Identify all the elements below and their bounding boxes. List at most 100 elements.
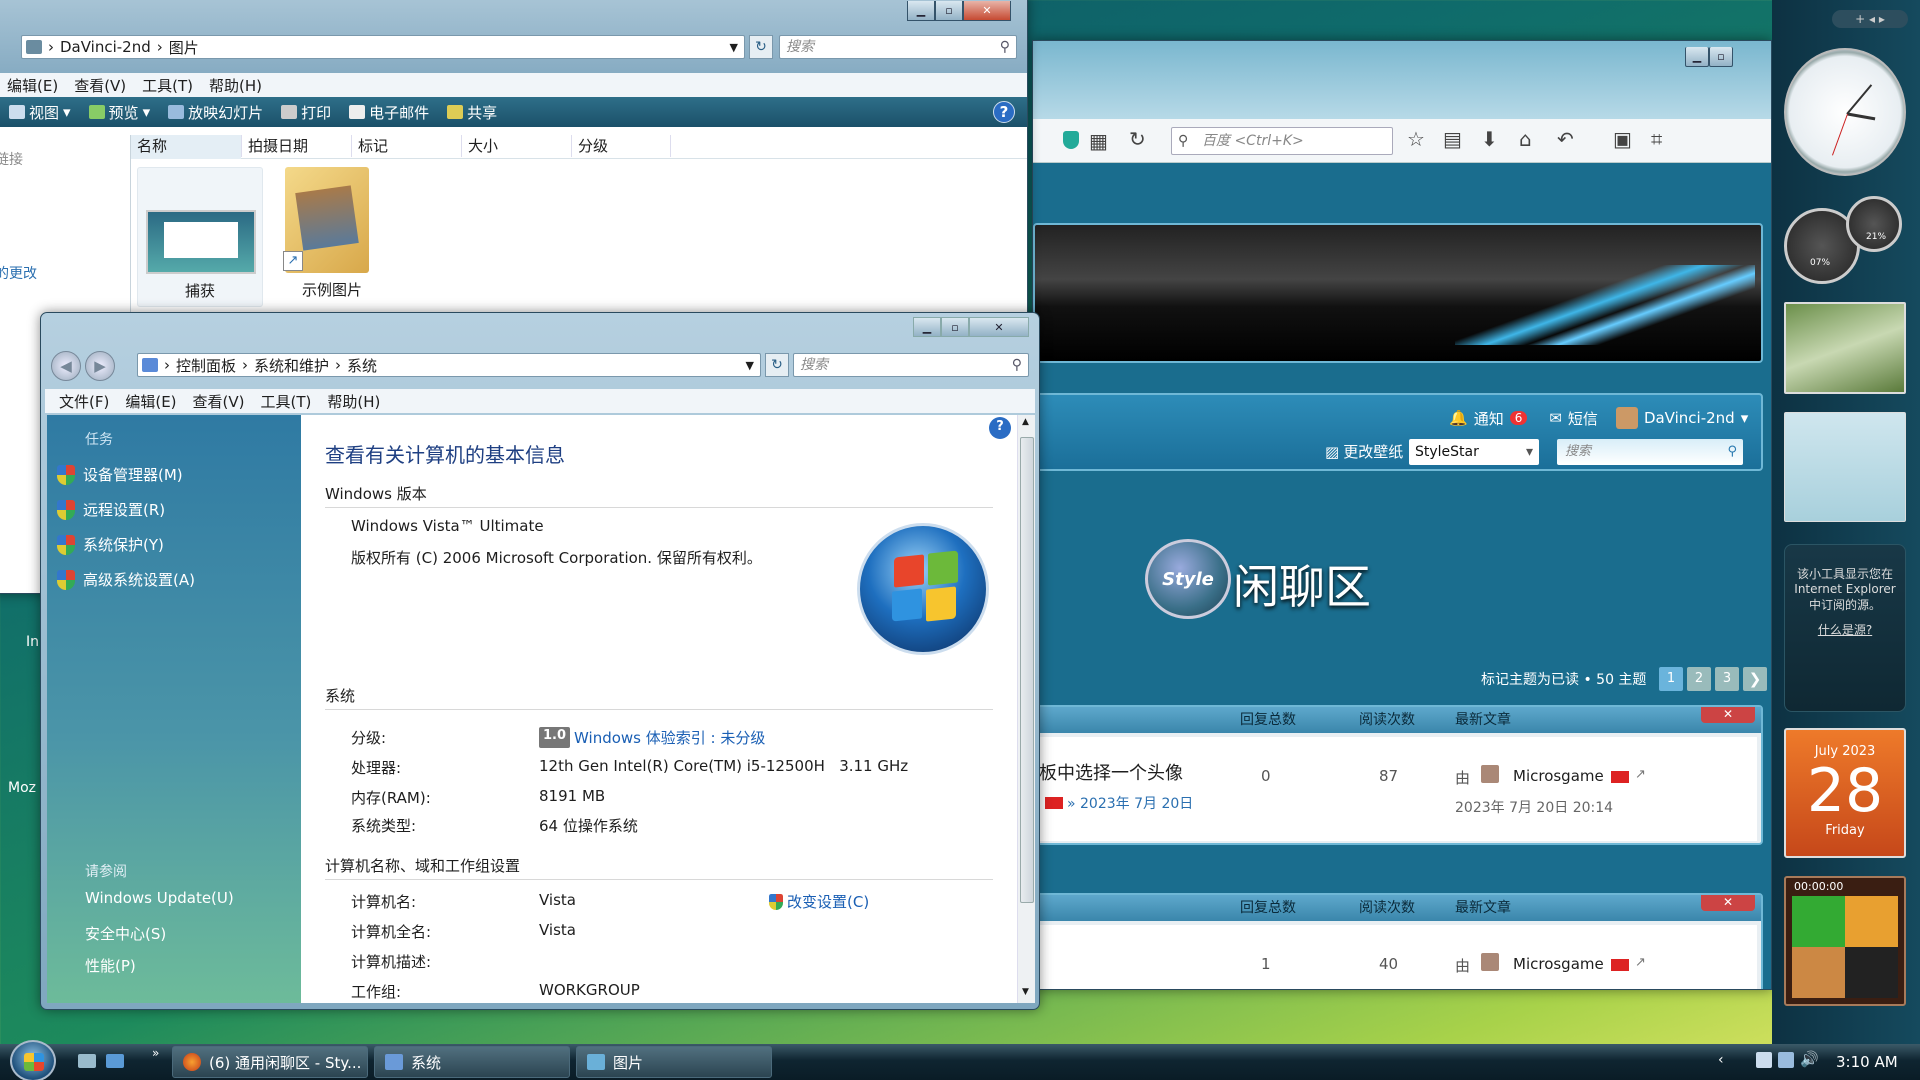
goto-post-icon[interactable]: ↗ xyxy=(1635,955,1646,970)
search-input[interactable]: 搜索 ⚲ xyxy=(779,35,1017,59)
maximize-button[interactable]: ▫ xyxy=(935,1,963,21)
breadcrumb-computer[interactable]: DaVinci-2nd xyxy=(60,38,151,56)
scrollbar[interactable]: ▲ ▼ xyxy=(1017,415,1035,1003)
email-button[interactable]: 电子邮件 xyxy=(349,102,429,123)
menu-edit[interactable]: 编辑(E) xyxy=(7,75,58,96)
taskbar-button-pictures[interactable]: 图片 xyxy=(576,1046,772,1078)
see-also-security-center[interactable]: 安全中心(S) xyxy=(85,923,166,944)
back-arrow-icon[interactable]: ↶ xyxy=(1557,127,1574,151)
breadcrumb-control-panel[interactable]: 控制面板 xyxy=(176,355,236,376)
taskbar-button-system[interactable]: 系统 xyxy=(374,1046,570,1078)
see-also-performance[interactable]: 性能(P) xyxy=(85,955,136,976)
close-button[interactable]: ✕ xyxy=(969,317,1029,337)
start-button[interactable] xyxy=(10,1040,56,1080)
breadcrumb-system[interactable]: 系统 xyxy=(347,355,377,376)
address-bar[interactable]: › DaVinci-2nd › 图片 ▼ xyxy=(21,35,745,59)
preview-button[interactable]: 预览 ▾ xyxy=(88,102,150,123)
qr-code-icon[interactable]: ▦ xyxy=(1089,129,1108,153)
search-icon[interactable]: ⚲ xyxy=(1000,36,1010,58)
user-menu[interactable]: DaVinci-2nd xyxy=(1644,409,1735,427)
page-button[interactable]: 2 xyxy=(1687,667,1711,691)
mark-read-link[interactable]: 标记主题为已读 • 50 主题 xyxy=(1481,669,1646,689)
change-wallpaper-link[interactable]: 更改壁纸 xyxy=(1343,441,1403,462)
refresh-icon[interactable]: ↻ xyxy=(749,35,773,59)
style-select[interactable]: StyleStar ▾ xyxy=(1409,439,1539,465)
next-page-icon[interactable]: ❯ xyxy=(1743,667,1767,691)
menu-edit[interactable]: 编辑(E) xyxy=(125,391,176,412)
back-button[interactable]: ◀ xyxy=(51,351,81,381)
download-icon[interactable]: ⬇ xyxy=(1481,127,1498,151)
switch-windows-icon[interactable] xyxy=(106,1054,124,1068)
forward-button[interactable]: ▶ xyxy=(85,351,115,381)
quicklaunch-overflow-icon[interactable]: » xyxy=(152,1046,159,1060)
tray-expand-icon[interactable]: ‹ xyxy=(1718,1052,1724,1068)
see-also-windows-update[interactable]: Windows Update(U) xyxy=(85,889,234,907)
file-item[interactable]: ↗ 示例图片 xyxy=(269,167,395,307)
reading-list-icon[interactable]: ▤ xyxy=(1443,127,1462,151)
view-button[interactable]: 视图 ▾ xyxy=(9,102,71,123)
calendar-gadget[interactable]: July 2023 28 Friday xyxy=(1784,728,1906,858)
clock[interactable]: 3:10 AM xyxy=(1836,1053,1898,1071)
puzzle-gadget[interactable]: 00:00:00 xyxy=(1784,876,1906,1006)
column-size[interactable]: 大小 xyxy=(461,135,571,157)
browser-minimize-button[interactable]: ▁ xyxy=(1685,47,1709,67)
column-date[interactable]: 拍摄日期 xyxy=(241,135,351,157)
author-link[interactable]: Microsgame xyxy=(1513,955,1604,973)
show-desktop-icon[interactable] xyxy=(78,1054,96,1068)
breadcrumb-folder[interactable]: 图片 xyxy=(169,37,199,58)
menu-tools[interactable]: 工具(T) xyxy=(261,391,312,412)
refresh-icon[interactable]: ↻ xyxy=(765,353,789,377)
taskbar-button-browser[interactable]: (6) 通用闲聊区 - Sty... xyxy=(172,1046,368,1078)
browser-search-input[interactable]: ⚲ 百度 <Ctrl+K> xyxy=(1171,127,1393,155)
thread-title[interactable]: 板中选择一个头像 xyxy=(1039,759,1183,785)
goto-post-icon[interactable]: ↗ xyxy=(1635,767,1646,782)
browser-maximize-button[interactable]: ▫ xyxy=(1709,47,1733,67)
search-input[interactable]: 搜索 ⚲ xyxy=(793,353,1029,377)
notes-gadget[interactable] xyxy=(1784,412,1906,522)
feed-help-link[interactable]: 什么是源? xyxy=(1793,621,1897,638)
forum-search-input[interactable]: 搜索 ⚲ xyxy=(1557,439,1743,465)
chevron-down-icon[interactable]: ▾ xyxy=(1741,409,1749,427)
search-icon[interactable]: ⚲ xyxy=(1012,354,1022,376)
help-icon[interactable]: ? xyxy=(989,417,1011,439)
page-button[interactable]: 1 xyxy=(1659,667,1683,691)
task-remote-settings[interactable]: 远程设置(R) xyxy=(57,492,301,527)
close-icon[interactable]: ✕ xyxy=(1701,895,1755,911)
column-rating[interactable]: 分级 xyxy=(571,135,671,157)
sidebar-tray-icon[interactable] xyxy=(1756,1052,1772,1068)
column-name[interactable]: 名称 xyxy=(131,135,241,159)
slideshow-gadget[interactable] xyxy=(1784,302,1906,394)
breadcrumb-system-maintenance[interactable]: 系统和维护 xyxy=(254,355,329,376)
file-item[interactable]: 捕获 xyxy=(137,167,263,307)
nav-fragment[interactable]: 的更改 xyxy=(0,263,37,283)
minimize-button[interactable]: ▁ xyxy=(913,317,941,337)
task-advanced-settings[interactable]: 高级系统设置(A) xyxy=(57,562,301,597)
share-button[interactable]: 共享 xyxy=(447,102,497,123)
task-system-protection[interactable]: 系统保护(Y) xyxy=(57,527,301,562)
close-button[interactable]: ✕ xyxy=(963,1,1011,21)
crop-icon[interactable]: ⌗ xyxy=(1651,127,1662,151)
sidebar-add-button[interactable]: + ◂ ▸ xyxy=(1832,10,1908,28)
clock-gadget[interactable] xyxy=(1784,48,1906,176)
network-icon[interactable] xyxy=(1778,1052,1794,1068)
notify-link[interactable]: 通知 xyxy=(1474,408,1504,429)
menu-help[interactable]: 帮助(H) xyxy=(327,391,380,412)
search-icon[interactable]: ⚲ xyxy=(1727,439,1737,465)
screenshot-icon[interactable]: ▣ xyxy=(1613,127,1632,151)
volume-icon[interactable]: 🔊 xyxy=(1800,1050,1819,1068)
chevron-down-icon[interactable]: ▼ xyxy=(730,41,738,54)
menu-help[interactable]: 帮助(H) xyxy=(209,75,262,96)
menu-view[interactable]: 查看(V) xyxy=(193,391,245,412)
page-button[interactable]: 3 xyxy=(1715,667,1739,691)
sms-link[interactable]: 短信 xyxy=(1568,408,1598,429)
scroll-up-icon[interactable]: ▲ xyxy=(1022,417,1029,427)
reload-icon[interactable]: ↻ xyxy=(1129,127,1146,151)
help-icon[interactable]: ? xyxy=(993,101,1015,123)
menu-file[interactable]: 文件(F) xyxy=(59,391,109,412)
bookmark-star-icon[interactable]: ☆ xyxy=(1407,127,1425,151)
close-icon[interactable]: ✕ xyxy=(1701,707,1755,723)
menu-view[interactable]: 查看(V) xyxy=(74,75,126,96)
scroll-down-icon[interactable]: ▼ xyxy=(1022,987,1029,997)
author-link[interactable]: Microsgame xyxy=(1513,767,1604,785)
maximize-button[interactable]: ▫ xyxy=(941,317,969,337)
